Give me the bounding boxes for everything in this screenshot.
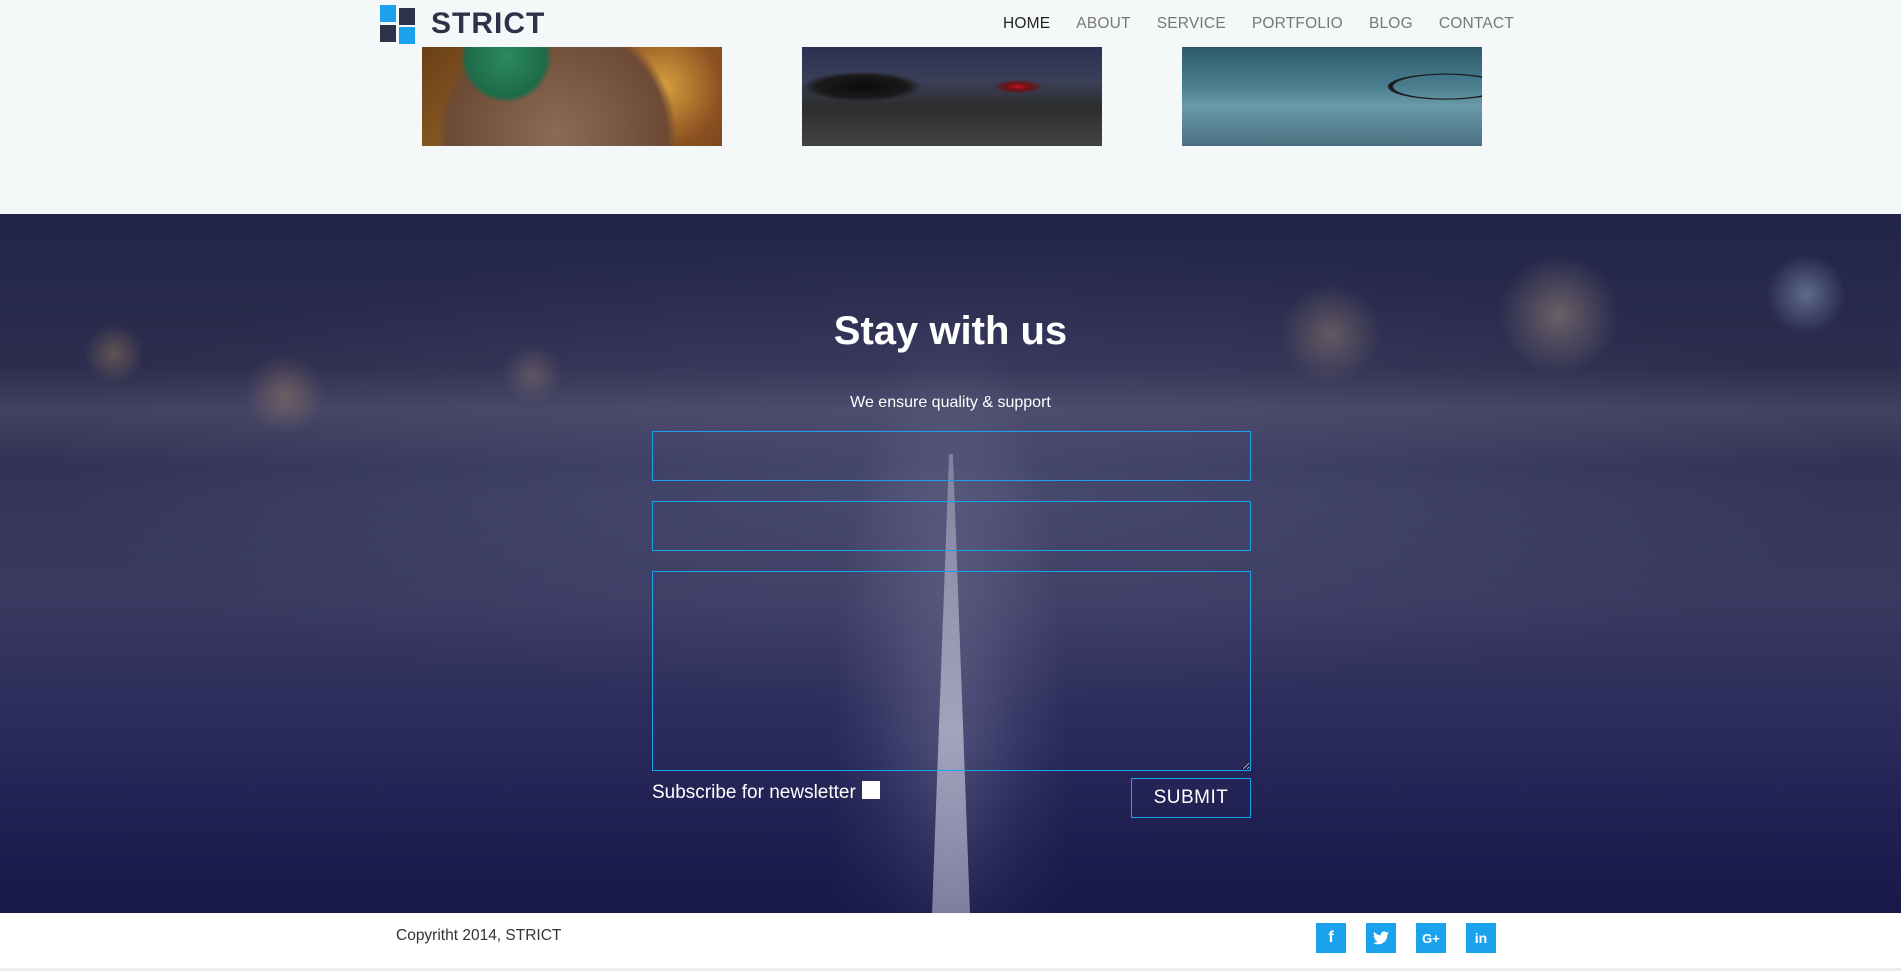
google-plus-icon[interactable]: G+ (1416, 923, 1446, 953)
logo-text: STRICT (431, 7, 546, 40)
contact-section: Stay with us We ensure quality & support… (0, 214, 1901, 913)
subscribe-option[interactable]: Subscribe for newsletter (652, 781, 880, 804)
portfolio-thumb-bicycles[interactable] (802, 47, 1102, 146)
nav-portfolio[interactable]: PORTFOLIO (1252, 14, 1343, 34)
subscribe-label: Subscribe for newsletter (652, 782, 856, 803)
email-input[interactable] (652, 501, 1251, 551)
submit-button[interactable]: SUBMIT (1131, 778, 1251, 818)
site-logo[interactable]: STRICT (380, 5, 546, 44)
facebook-icon[interactable]: f (1316, 923, 1346, 953)
logo-mark-icon (380, 5, 415, 44)
social-links: f G+ in (1316, 923, 1496, 953)
nav-about[interactable]: ABOUT (1076, 14, 1130, 34)
contact-title: Stay with us (833, 309, 1068, 353)
linkedin-icon[interactable]: in (1466, 923, 1496, 953)
subscribe-checkbox[interactable] (861, 781, 880, 799)
site-header: STRICT HOME ABOUT SERVICE PORTFOLIO BLOG… (0, 0, 1901, 47)
nav-blog[interactable]: BLOG (1369, 14, 1413, 34)
portfolio-thumb-wheel[interactable] (1182, 47, 1482, 146)
main-nav: HOME ABOUT SERVICE PORTFOLIO BLOG CONTAC… (977, 14, 1514, 34)
site-footer: Copyritht 2014, STRICT f G+ in (0, 913, 1901, 971)
contact-subtitle: We ensure quality & support (850, 394, 1051, 411)
nav-home[interactable]: HOME (1003, 14, 1050, 34)
nav-service[interactable]: SERVICE (1157, 14, 1226, 34)
nav-contact[interactable]: CONTACT (1439, 14, 1514, 34)
portfolio-thumb-coffee[interactable] (422, 47, 722, 146)
twitter-icon[interactable] (1366, 923, 1396, 953)
message-textarea[interactable] (652, 571, 1251, 771)
copyright-text: Copyritht 2014, STRICT (396, 927, 562, 944)
name-input[interactable] (652, 431, 1251, 481)
